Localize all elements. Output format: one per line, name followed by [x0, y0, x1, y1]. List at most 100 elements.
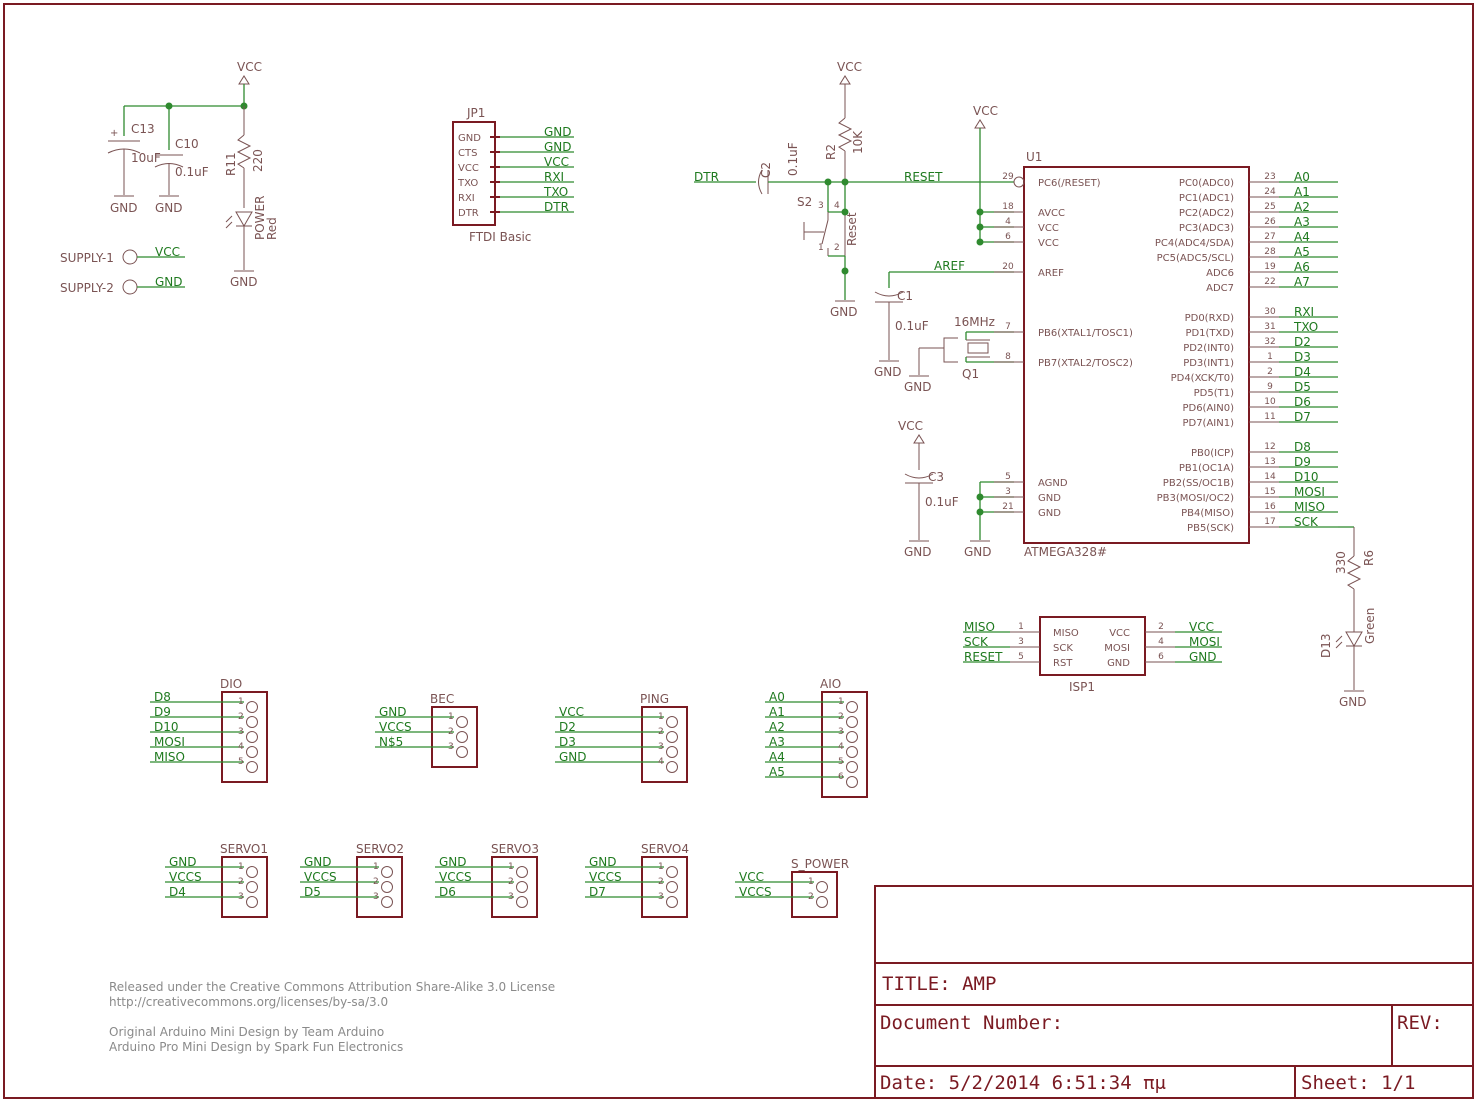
header-name: SERVO1: [220, 842, 268, 856]
r6-name: R6: [1362, 550, 1376, 566]
header-pin-number: 5: [838, 757, 844, 767]
r11-name: R11: [224, 152, 238, 176]
u1-pin-number: 1: [1267, 352, 1273, 362]
jp1-net-label: GND: [544, 125, 572, 139]
header-net-label: A3: [769, 735, 785, 749]
u1-net-label: MISO: [1294, 500, 1325, 514]
header-pin-number: 2: [238, 712, 244, 722]
header-pin-hole: [666, 896, 678, 908]
power-section: VCC + C13 10uF GND C10 0.1uF GND R11 220: [60, 60, 279, 295]
u1-net-label: D4: [1294, 365, 1311, 379]
d13-led-circuit: 330 R6 D13 Green GND: [1319, 526, 1377, 709]
u1-pin-number: 26: [1264, 217, 1276, 227]
schematic-sheet: VCC + C13 10uF GND C10 0.1uF GND R11 220: [3, 3, 1474, 1099]
c1-value: 0.1uF: [895, 319, 929, 333]
d13-color: Green: [1363, 608, 1377, 644]
header-name: S_POWER: [791, 857, 849, 871]
jp1-net-label: DTR: [544, 200, 569, 214]
document-number-field: Document Number:: [880, 1012, 1063, 1034]
jp1-pin-label: DTR: [458, 208, 479, 219]
header-pin-hole: [846, 731, 858, 743]
header-net-label: D7: [589, 885, 606, 899]
u1-pin-name: VCC: [1038, 223, 1059, 234]
isp-net-label: VCC: [1189, 620, 1214, 634]
svg-text:+: +: [110, 128, 118, 139]
license-note: Released under the Creative Commons Attr…: [109, 980, 555, 994]
header-net-label: D4: [169, 885, 186, 899]
header-net-label: MOSI: [154, 735, 185, 749]
header-net-label: VCC: [739, 870, 764, 884]
reset-net-label: RESET: [904, 170, 943, 184]
u1-net-label: D5: [1294, 380, 1311, 394]
header-pin-hole: [381, 896, 393, 908]
c3-value: 0.1uF: [925, 495, 959, 509]
u1-pin-number: 30: [1264, 307, 1276, 317]
header-pin-hole: [246, 731, 258, 743]
header-pin-hole: [846, 746, 858, 758]
c1-name: C1: [897, 289, 913, 303]
header-pin-number: 2: [238, 877, 244, 887]
u1-pin-name: AREF: [1038, 268, 1064, 279]
c10-gnd-label: GND: [155, 201, 183, 215]
header-name: SERVO3: [491, 842, 539, 856]
c3-vcc-label: VCC: [898, 419, 923, 433]
header-pin-hole: [246, 881, 258, 893]
u1-pin-number: 28: [1264, 247, 1276, 257]
sheet-field: Sheet: 1/1: [1301, 1072, 1415, 1094]
header-net-label: MISO: [154, 750, 185, 764]
header-pin-number: 3: [448, 742, 454, 752]
c3-name: C3: [928, 470, 944, 484]
revision-field: REV:: [1397, 1012, 1443, 1034]
isp-pin-name: SCK: [1053, 643, 1073, 654]
header-net-label: D10: [154, 720, 179, 734]
header-net-label: VCCS: [739, 885, 772, 899]
u1-pin-number: 13: [1264, 457, 1275, 467]
header-net-label: A1: [769, 705, 785, 719]
u1-pin-number: 15: [1264, 487, 1275, 497]
header-pin-hole: [246, 746, 258, 758]
u1-net-label: A3: [1294, 215, 1310, 229]
header-s-power: S_POWER 1 VCC 2 VCCS: [735, 857, 849, 918]
header-pin-number: 3: [238, 892, 244, 902]
u1-pin-number: 5: [1005, 472, 1011, 482]
supply-1-net: VCC: [155, 245, 180, 259]
u1-pin-number: 31: [1264, 322, 1275, 332]
jp1-pin-label: TXO: [457, 178, 478, 189]
isp-pin-name: RST: [1053, 658, 1073, 669]
isp-pin-name: GND: [1107, 658, 1130, 669]
header-pin-number: 2: [658, 727, 664, 737]
header-net-label: GND: [559, 750, 587, 764]
isp-pin-number: 4: [1158, 637, 1164, 647]
d13-gnd-label: GND: [1339, 695, 1367, 709]
r2-name: R2: [824, 144, 838, 160]
u1-pin-name: PB2(SS/OC1B): [1163, 478, 1234, 489]
u1-pin-name: PC5(ADC5/SCL): [1157, 253, 1234, 264]
u1-pin-number: 23: [1264, 172, 1275, 182]
u1-pin-name: PD5(T1): [1194, 388, 1234, 399]
u1-net-label: A7: [1294, 275, 1310, 289]
credit-note-1: Original Arduino Mini Design by Team Ard…: [109, 1025, 384, 1039]
u1-pin-name: PC1(ADC1): [1179, 193, 1234, 204]
s2-value: Reset: [845, 212, 859, 246]
header-bec: BEC 1 GND 2 VCCS 3 N$5: [375, 692, 478, 768]
led-gnd-label: GND: [230, 275, 258, 289]
u1-pin-name: GND: [1038, 493, 1061, 504]
u1-net-label: D7: [1294, 410, 1311, 424]
header-pin-number: 1: [658, 862, 664, 872]
u1-net-label: MOSI: [1294, 485, 1325, 499]
u1-pin-name: PC4(ADC4/SDA): [1155, 238, 1234, 249]
header-net-label: D3: [559, 735, 576, 749]
header-pin-number: 1: [838, 697, 844, 707]
supply-2-net: GND: [155, 275, 183, 289]
u1-pin-number: 4: [1005, 217, 1011, 227]
header-pin-hole: [666, 716, 678, 728]
header-net-label: VCCS: [304, 870, 337, 884]
u1-pin-number: 17: [1264, 517, 1275, 527]
u1-net-label: A4: [1294, 230, 1310, 244]
u1-pin-name: PD6(AIN0): [1182, 403, 1234, 414]
header-name: BEC: [430, 692, 454, 706]
c13-name: C13: [131, 122, 155, 136]
u1-pin-number: 29: [1002, 172, 1014, 182]
u1-vcc-label: VCC: [973, 104, 998, 118]
header-net-label: VCC: [559, 705, 584, 719]
